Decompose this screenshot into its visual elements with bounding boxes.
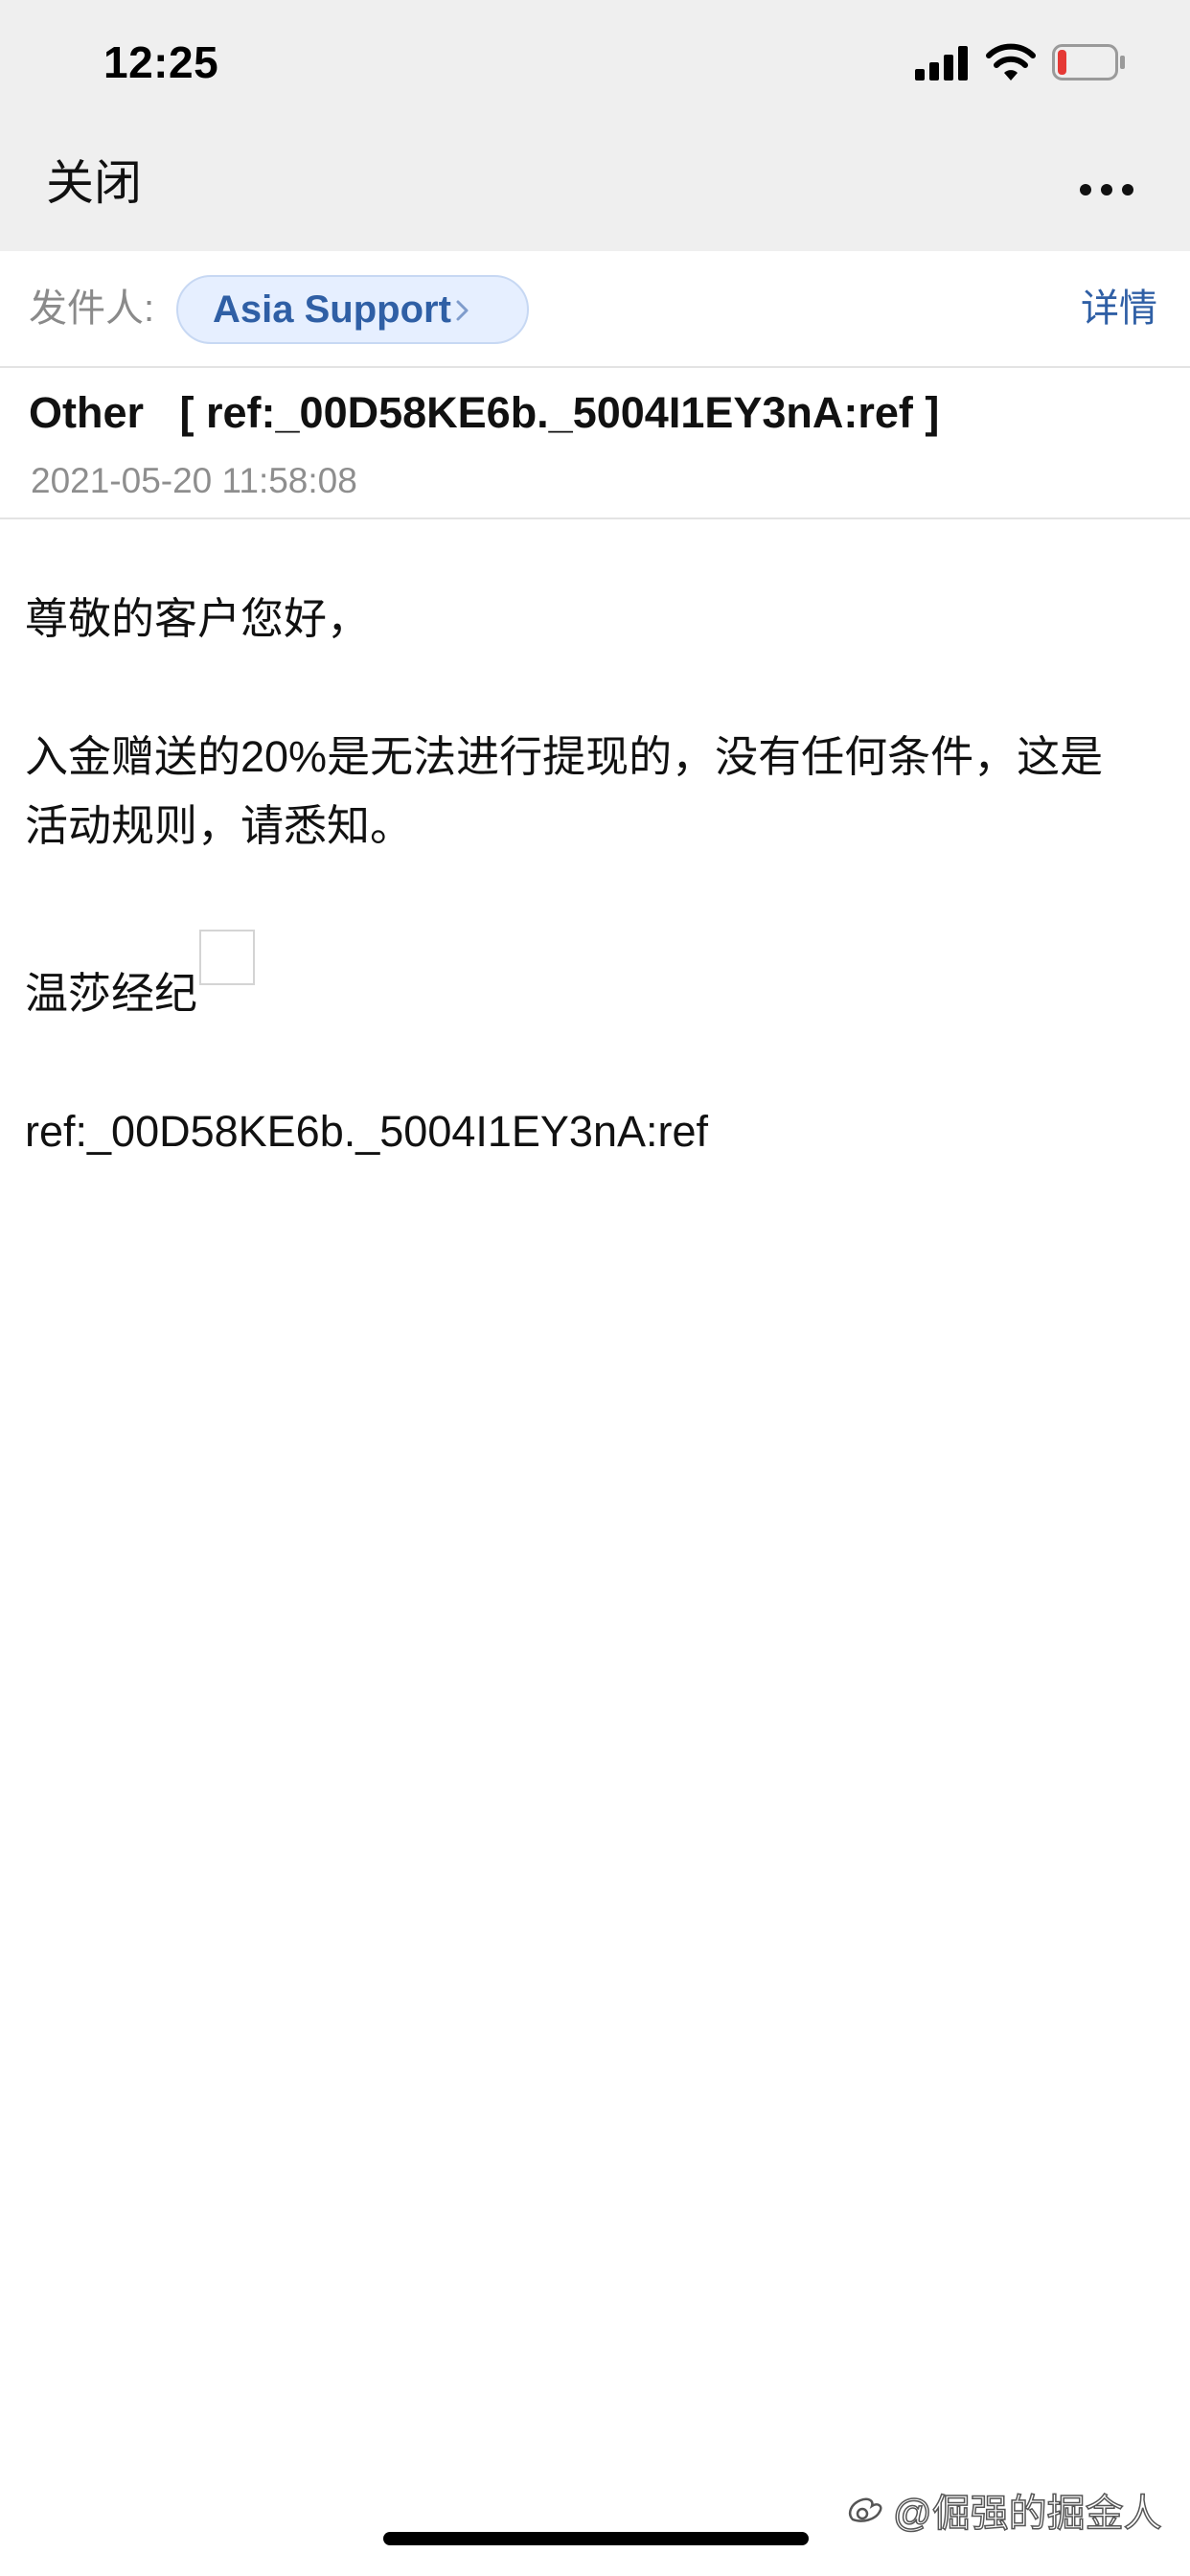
watermark-text: @倔强的掘金人 [892, 2492, 1162, 2536]
battery-low-icon [1052, 44, 1125, 80]
watermark: @倔强的掘金人 [845, 2482, 1162, 2538]
subject-block: Other [ ref:_00D58KE6b._5004I1EY3nA:ref … [0, 368, 1190, 519]
more-horizontal-icon[interactable] [1079, 183, 1134, 196]
sender-name: Asia Support [213, 288, 451, 331]
weibo-logo-icon [849, 2497, 882, 2522]
body-text: 入金赠送的20%是无法进行提现的，没有任何条件，这是活动规则，请悉知。 [25, 732, 1104, 850]
sender-chip[interactable]: Asia Support [176, 275, 529, 344]
home-indicator[interactable] [383, 2532, 809, 2545]
close-button[interactable]: 关闭 [46, 159, 142, 207]
email-date: 2021-05-20 11:58:08 [31, 461, 357, 500]
signature: 温莎经纪 [25, 930, 1146, 1028]
email-subject: Other [ ref:_00D58KE6b._5004I1EY3nA:ref … [29, 388, 940, 437]
sender-row: 发件人: Asia Support 详情 [0, 251, 1190, 368]
top-bar: 12:25 关闭 [0, 0, 1190, 251]
wifi-icon [986, 43, 1036, 80]
signature-text: 温莎经纪 [25, 969, 198, 1018]
status-time: 12:25 [103, 37, 219, 87]
ref-text: ref:_00D58KE6b._5004I1EY3nA:ref [25, 1107, 709, 1156]
details-link[interactable]: 详情 [1081, 286, 1157, 332]
chevron-right-icon [456, 300, 469, 321]
email-body: 尊敬的客户您好， 入金赠送的20%是无法进行提现的，没有任何条件，这是活动规则，… [25, 585, 1146, 1166]
cellular-signal-icon [915, 46, 968, 80]
broken-image-icon [199, 930, 256, 985]
greeting-text: 尊敬的客户您好， [25, 594, 371, 643]
sender-label: 发件人: [29, 288, 155, 330]
